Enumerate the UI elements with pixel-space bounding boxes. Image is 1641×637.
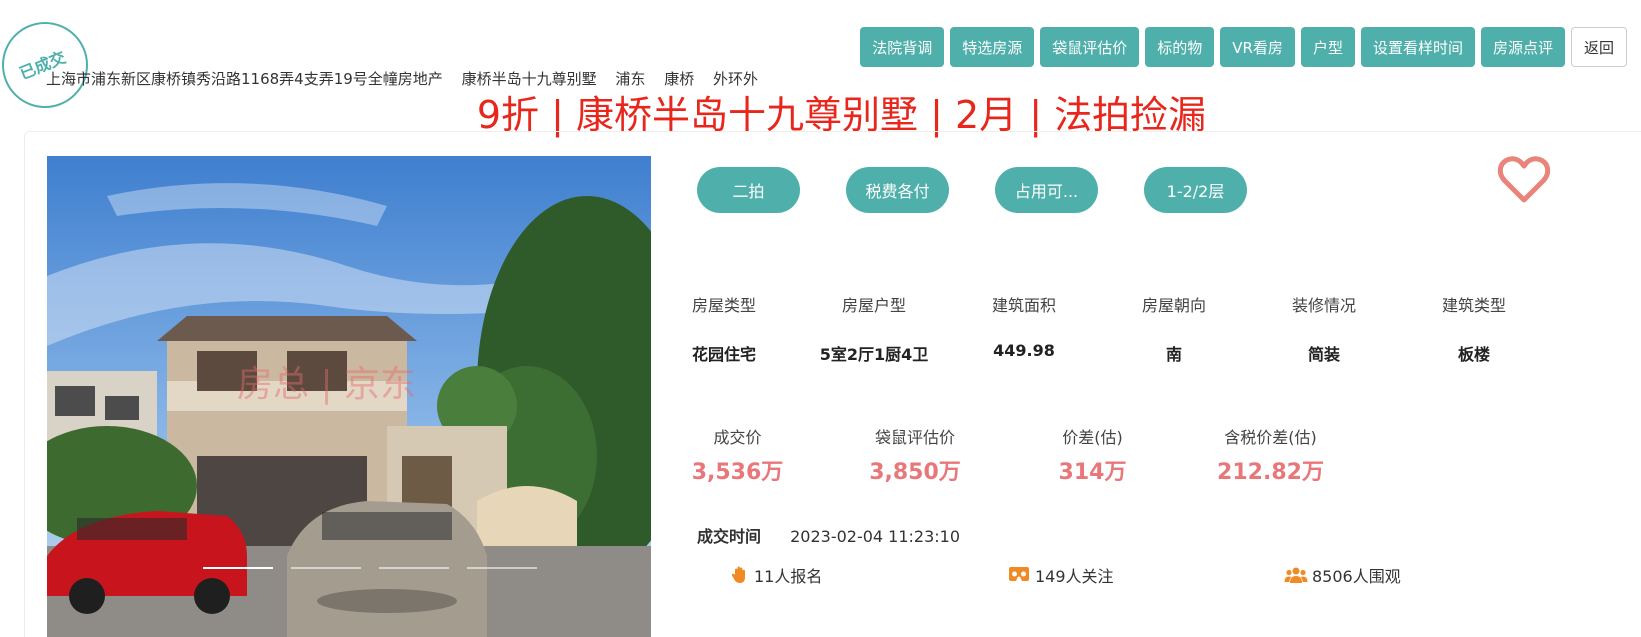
carousel-dot[interactable] [379,567,449,569]
price-label: 含税价差(估) [1224,428,1317,447]
deal-time: 成交时间 2023-02-04 11:23:10 [697,523,960,547]
info-value: 449.98 [993,341,1055,360]
photo-watermark: 房总 | 京东 [237,364,416,405]
tag-floor: 1-2/2层 [1144,167,1247,213]
price-label: 成交价 [713,428,762,447]
top-toolbar: 法院背调 特选房源 袋鼠评估价 标的物 VR看房 户型 设置看样时间 房源点评 … [860,27,1627,67]
back-button[interactable]: 返回 [1570,27,1627,67]
follow-count: 149人关注 [1035,567,1114,586]
deal-time-value: 2023-02-04 11:23:10 [790,527,961,546]
follow-stat: 149人关注 [1007,563,1114,587]
tag-occupancy: 占用可... [995,167,1098,213]
info-label: 装修情况 [1291,296,1356,315]
schedule-viewing-button[interactable]: 设置看样时间 [1360,27,1475,67]
info-value: 南 [1165,345,1182,364]
views-count: 8506人围观 [1312,567,1401,586]
info-label: 房屋朝向 [1141,296,1206,315]
price-value: 3,536万 [691,460,784,485]
info-layout: 房屋户型 5室2厅1厨4卫 [799,292,949,365]
price-value: 3,850万 [869,460,961,485]
signup-stat: 11人报名 [730,563,822,587]
info-label: 建筑类型 [1441,296,1506,315]
info-value: 板楼 [1457,345,1490,364]
carousel-dot[interactable] [203,567,273,569]
price-value: 314万 [1058,460,1127,485]
info-value: 花园住宅 [691,345,756,364]
info-decoration: 装修情况 简装 [1249,292,1399,365]
info-value: 5室2厅1厨4卫 [819,345,929,364]
villa-photo-image: 房总 | 京东 [47,156,651,637]
users-icon [1284,567,1308,583]
views-stat: 8506人围观 [1284,563,1401,587]
court-background-button[interactable]: 法院背调 [860,27,945,67]
deal-time-label: 成交时间 [697,527,762,546]
info-orientation: 房屋朝向 南 [1099,292,1249,365]
valuation-button[interactable]: 袋鼠评估价 [1040,27,1140,67]
info-label: 房屋户型 [841,296,906,315]
listing-tags: 二拍 税费各付 占用可... 1-2/2层 [697,167,1247,213]
info-area: 建筑面积 449.98 [949,292,1099,360]
property-photo[interactable]: 房总 | 京东 [47,156,651,637]
listing-page: 已成交 上海市浦东新区康桥镇秀沿路1168弄4支弄19号全幢房地产 康桥半岛十九… [0,0,1641,637]
price-label: 价差(估) [1062,428,1123,447]
info-label: 房屋类型 [691,296,756,315]
signup-count: 11人报名 [754,567,823,586]
tag-auction-round: 二拍 [697,167,800,213]
info-house-type: 房屋类型 花园住宅 [649,292,799,365]
listing-review-button[interactable]: 房源点评 [1480,27,1565,67]
floorplan-button[interactable]: 户型 [1300,27,1355,67]
info-value: 简装 [1307,345,1340,364]
vr-tour-button[interactable]: VR看房 [1220,27,1295,67]
price-value: 212.82万 [1217,460,1324,485]
price-valuation: 袋鼠评估价 3,850万 [855,424,975,486]
subject-button[interactable]: 标的物 [1145,27,1215,67]
price-deal: 成交价 3,536万 [680,424,795,486]
tag-tax: 税费各付 [846,167,949,213]
info-building-type: 建筑类型 板楼 [1399,292,1549,365]
vr-headset-icon [1009,567,1029,581]
carousel-dot[interactable] [467,567,537,569]
price-diff-taxed: 含税价差(估) 212.82万 [1208,424,1333,486]
carousel-dot[interactable] [291,567,361,569]
price-diff: 价差(估) 314万 [1040,424,1145,486]
featured-listings-button[interactable]: 特选房源 [950,27,1035,67]
price-label: 袋鼠评估价 [874,428,955,447]
hand-icon [731,566,745,583]
favorite-heart-icon[interactable] [1497,156,1551,204]
photo-carousel-indicators [203,567,537,569]
info-label: 建筑面积 [991,296,1056,315]
